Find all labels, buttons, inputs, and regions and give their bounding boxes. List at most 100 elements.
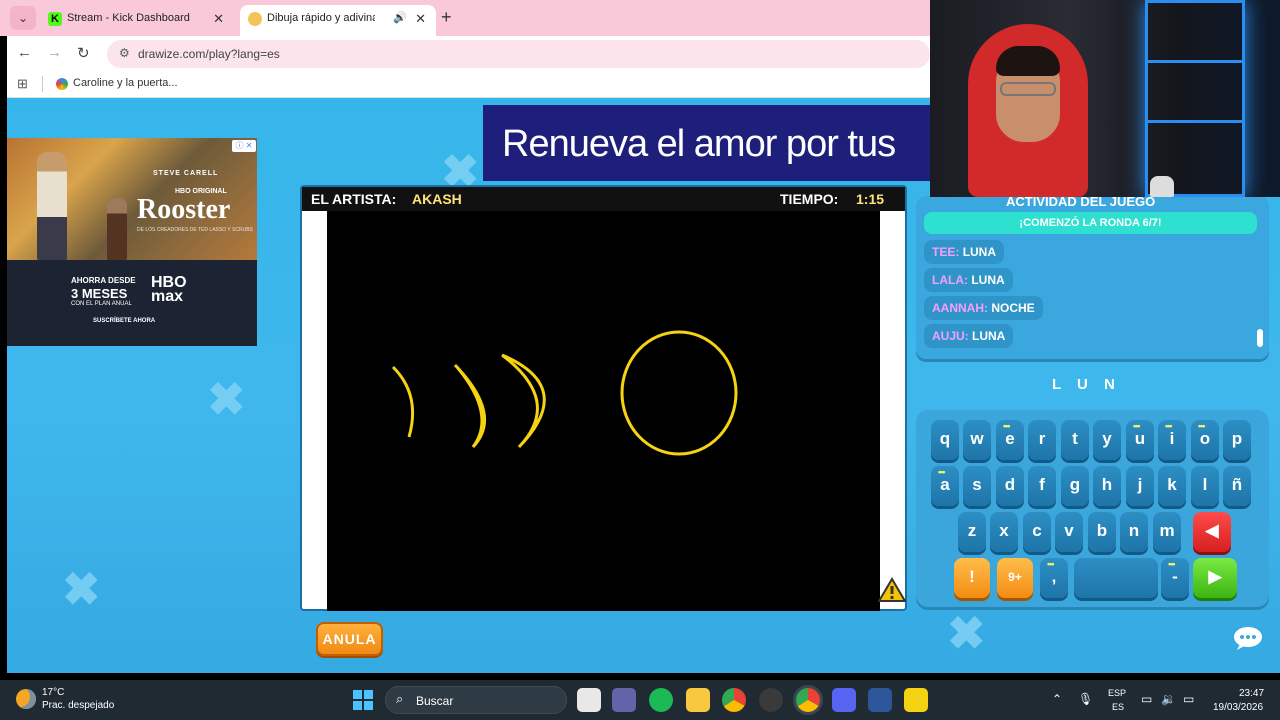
- key-space[interactable]: [1074, 558, 1158, 598]
- bookmark-item[interactable]: Caroline y la puerta...: [73, 77, 178, 89]
- drawing-canvas[interactable]: [327, 187, 880, 611]
- key-l[interactable]: l: [1191, 466, 1219, 506]
- key-n[interactable]: n: [1120, 512, 1148, 552]
- spotify-icon[interactable]: [649, 688, 673, 712]
- clock-time[interactable]: 23:47: [1239, 688, 1264, 699]
- hint-9plus-button[interactable]: 9+: [997, 558, 1033, 598]
- speaker-icon[interactable]: 🔊: [393, 11, 407, 24]
- key-p[interactable]: p: [1223, 420, 1251, 460]
- clock-date[interactable]: 19/03/2026: [1213, 702, 1263, 713]
- file-explorer-icon[interactable]: [686, 688, 710, 712]
- key-u[interactable]: ••• u: [1126, 420, 1154, 460]
- webcam-overlay: [930, 0, 1280, 197]
- key-z[interactable]: z: [958, 512, 986, 552]
- key-r[interactable]: r: [1028, 420, 1056, 460]
- decorative-x-icon: ✖: [207, 373, 246, 425]
- url-text: drawize.com/play?lang=es: [138, 47, 280, 61]
- ad-info-icon[interactable]: ⓘ ✕: [232, 140, 256, 152]
- key-label: o: [1199, 429, 1211, 448]
- close-tab-icon[interactable]: ✕: [213, 11, 224, 27]
- key-i[interactable]: ••• i: [1158, 420, 1186, 460]
- key-w[interactable]: w: [963, 420, 991, 460]
- task-view-icon[interactable]: [577, 688, 601, 712]
- chat-bubble-icon[interactable]: [1232, 626, 1264, 650]
- key-y[interactable]: y: [1093, 420, 1121, 460]
- forward-arrow-icon[interactable]: →: [47, 44, 62, 61]
- backspace-arrow-icon[interactable]: ◀: [1193, 512, 1231, 552]
- input-layout[interactable]: ES: [1112, 702, 1124, 712]
- key-label: a: [940, 475, 950, 494]
- tab-title: Dibuja rápido y adivina: [267, 12, 375, 24]
- key-a[interactable]: ••• a: [931, 466, 959, 506]
- key-v[interactable]: v: [1055, 512, 1083, 552]
- tab-search-chevron-icon[interactable]: ⌄: [10, 6, 36, 30]
- tab-title: Stream - Kick Dashboard: [67, 12, 190, 24]
- back-arrow-icon[interactable]: ←: [17, 44, 32, 61]
- report-warning-icon[interactable]: [878, 577, 906, 603]
- show-hidden-icons-chevron-icon[interactable]: ⌃: [1052, 692, 1062, 706]
- key-n-tilde[interactable]: ñ: [1223, 466, 1251, 506]
- chrome-active-icon[interactable]: [796, 688, 820, 712]
- key-c[interactable]: c: [1023, 512, 1051, 552]
- discord-icon[interactable]: [832, 688, 856, 712]
- time-label: TIEMPO:: [780, 191, 839, 207]
- round-banner: ¡COMENZÓ LA RONDA 6/7!: [924, 212, 1257, 234]
- hint-exclamation-button[interactable]: !: [954, 558, 990, 598]
- time-value: 1:15: [856, 191, 885, 207]
- tab-drawize[interactable]: Dibuja rápido y adivina 🔊 ✕: [240, 5, 436, 36]
- apps-grid-icon[interactable]: ⊞: [17, 76, 28, 92]
- site-settings-icon[interactable]: ⚙: [119, 46, 130, 60]
- weather-temperature[interactable]: 17°C: [42, 687, 64, 698]
- new-tab-plus-icon[interactable]: +: [441, 7, 452, 28]
- shelf-divider: [1145, 120, 1245, 123]
- key-b[interactable]: b: [1088, 512, 1116, 552]
- input-language[interactable]: ESP: [1108, 688, 1126, 698]
- chrome-icon[interactable]: [722, 688, 746, 712]
- accent-dots-icon: •••: [1165, 421, 1173, 431]
- answer-hint: L U N: [1052, 376, 1121, 393]
- battery-icon[interactable]: ▭: [1183, 692, 1194, 706]
- key-h[interactable]: h: [1093, 466, 1121, 506]
- volume-icon[interactable]: 🔉: [1161, 692, 1176, 706]
- microphone-tray-icon[interactable]: 🎙: [1078, 692, 1093, 706]
- reload-icon[interactable]: ↻: [77, 44, 90, 62]
- key-q[interactable]: q: [931, 420, 959, 460]
- app-icon[interactable]: [904, 688, 928, 712]
- close-tab-icon[interactable]: ✕: [415, 11, 426, 27]
- key-m[interactable]: m: [1153, 512, 1181, 552]
- taskbar-search[interactable]: ⌕ Buscar: [385, 686, 567, 714]
- settings-gear-icon[interactable]: [759, 688, 783, 712]
- key-dash[interactable]: ••• -: [1161, 558, 1189, 598]
- teams-icon[interactable]: [612, 688, 636, 712]
- key-d[interactable]: d: [996, 466, 1024, 506]
- key-f[interactable]: f: [1028, 466, 1056, 506]
- submit-play-icon[interactable]: ▶: [1193, 558, 1237, 598]
- cancel-button[interactable]: ANULA: [316, 622, 383, 656]
- windows-start-icon[interactable]: [353, 690, 373, 710]
- key-o[interactable]: ••• o: [1191, 420, 1219, 460]
- drawing-strokes: [391, 330, 738, 456]
- key-g[interactable]: g: [1061, 466, 1089, 506]
- tab-kick-dashboard[interactable]: K Stream - Kick Dashboard ✕: [40, 5, 234, 36]
- guess-word: LUNA: [972, 329, 1006, 343]
- key-x[interactable]: x: [990, 512, 1018, 552]
- word-icon[interactable]: [868, 688, 892, 712]
- drawize-logo-icon: [248, 12, 262, 26]
- address-bar[interactable]: ⚙ drawize.com/play?lang=es: [107, 40, 930, 68]
- ad-subscribe-link[interactable]: SUSCRÍBETE AHORA: [93, 318, 155, 324]
- key-comma[interactable]: •••,: [1040, 558, 1068, 598]
- key-e[interactable]: ••• e: [996, 420, 1024, 460]
- advertisement-banner[interactable]: Renueva el amor por tus: [483, 105, 938, 181]
- weather-description[interactable]: Prac. despejado: [42, 700, 114, 711]
- key-j[interactable]: j: [1126, 466, 1154, 506]
- ad-person-figure: [107, 198, 127, 260]
- key-s[interactable]: s: [963, 466, 991, 506]
- guess-player: AANNAH:: [932, 301, 988, 315]
- weather-moon-icon[interactable]: [16, 689, 36, 709]
- key-t[interactable]: t: [1061, 420, 1089, 460]
- network-icon[interactable]: ▭: [1141, 692, 1152, 706]
- side-advertisement[interactable]: STEVE CARELL HBO ORIGINAL Rooster DE LOS…: [7, 138, 257, 346]
- on-screen-keyboard: q w ••• e r t y ••• u ••• i ••• o p ••• a s d…: [916, 410, 1269, 610]
- key-k[interactable]: k: [1158, 466, 1186, 506]
- chat-scrollbar[interactable]: [1257, 329, 1263, 347]
